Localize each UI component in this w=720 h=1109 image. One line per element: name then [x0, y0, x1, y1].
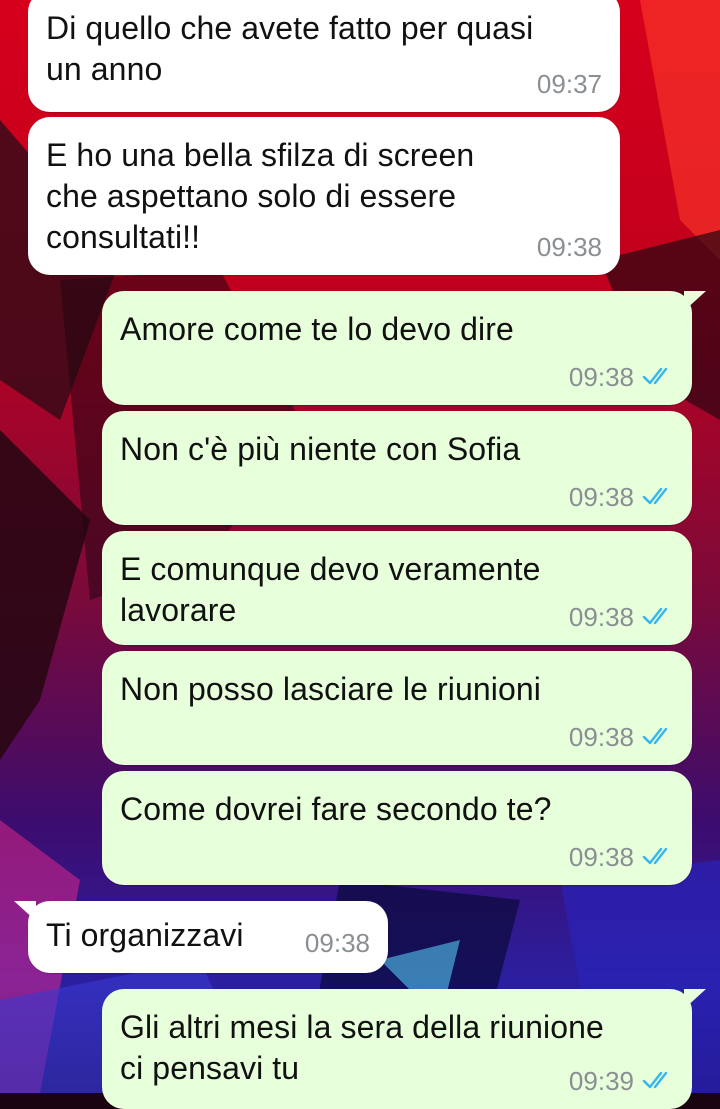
message-meta: 09:38	[569, 482, 674, 513]
read-double-tick-icon	[642, 1066, 674, 1097]
message-meta: 09:38	[569, 362, 674, 393]
bubble-tail	[14, 901, 36, 923]
message-timestamp: 09:38	[568, 482, 634, 512]
outgoing-message-bubble[interactable]: E comunque devo veramente lavorare 09:38	[102, 531, 692, 645]
outgoing-message-bubble[interactable]: Non c'è più niente con Sofia 09:38	[102, 411, 692, 525]
message-meta: 09:39	[569, 1066, 674, 1097]
incoming-message-bubble[interactable]: Ti organizzavi 09:38	[14, 901, 388, 973]
message-meta: 09:38	[537, 232, 602, 263]
bubble-tail	[684, 989, 706, 1011]
read-double-tick-icon	[642, 362, 674, 393]
message-meta: 09:38	[305, 928, 370, 959]
message-meta: 09:38	[569, 602, 674, 633]
read-double-tick-icon	[642, 722, 674, 753]
message-timestamp: 09:38	[568, 722, 634, 752]
message-timestamp: 09:37	[536, 69, 602, 99]
outgoing-message-bubble[interactable]: Non posso lasciare le riunioni 09:38	[102, 651, 692, 765]
outgoing-message-bubble[interactable]: Gli altri mesi la sera della riunione ci…	[102, 989, 706, 1109]
message-text: E ho una bella sfilza di screen che aspe…	[46, 137, 475, 255]
message-text: Di quello che avete fatto per quasi un a…	[46, 10, 534, 87]
read-double-tick-icon	[642, 482, 674, 513]
bubble-tail	[684, 291, 706, 313]
message-meta: 09:38	[569, 722, 674, 753]
message-timestamp: 09:38	[568, 842, 634, 872]
message-timestamp: 09:38	[568, 602, 634, 632]
message-timestamp: 09:38	[304, 928, 370, 958]
message-list[interactable]: Di quello che avete fatto per quasi un a…	[0, 0, 720, 1109]
outgoing-message-bubble[interactable]: Amore come te lo devo dire 09:38	[102, 291, 706, 405]
read-double-tick-icon	[642, 842, 674, 873]
message-text: Amore come te lo devo dire	[120, 311, 514, 347]
incoming-message-bubble[interactable]: E ho una bella sfilza di screen che aspe…	[28, 117, 620, 275]
message-timestamp: 09:38	[536, 232, 602, 262]
message-text: Come dovrei fare secondo te?	[120, 791, 552, 827]
message-meta: 09:38	[569, 842, 674, 873]
incoming-message-bubble[interactable]: Di quello che avete fatto per quasi un a…	[28, 0, 620, 112]
message-text: Non c'è più niente con Sofia	[120, 431, 521, 467]
message-text: Non posso lasciare le riunioni	[120, 671, 541, 707]
outgoing-message-bubble[interactable]: Come dovrei fare secondo te? 09:38	[102, 771, 692, 885]
message-timestamp: 09:39	[568, 1066, 634, 1096]
message-timestamp: 09:38	[568, 362, 634, 392]
read-double-tick-icon	[642, 602, 674, 633]
message-meta: 09:37	[537, 69, 602, 100]
